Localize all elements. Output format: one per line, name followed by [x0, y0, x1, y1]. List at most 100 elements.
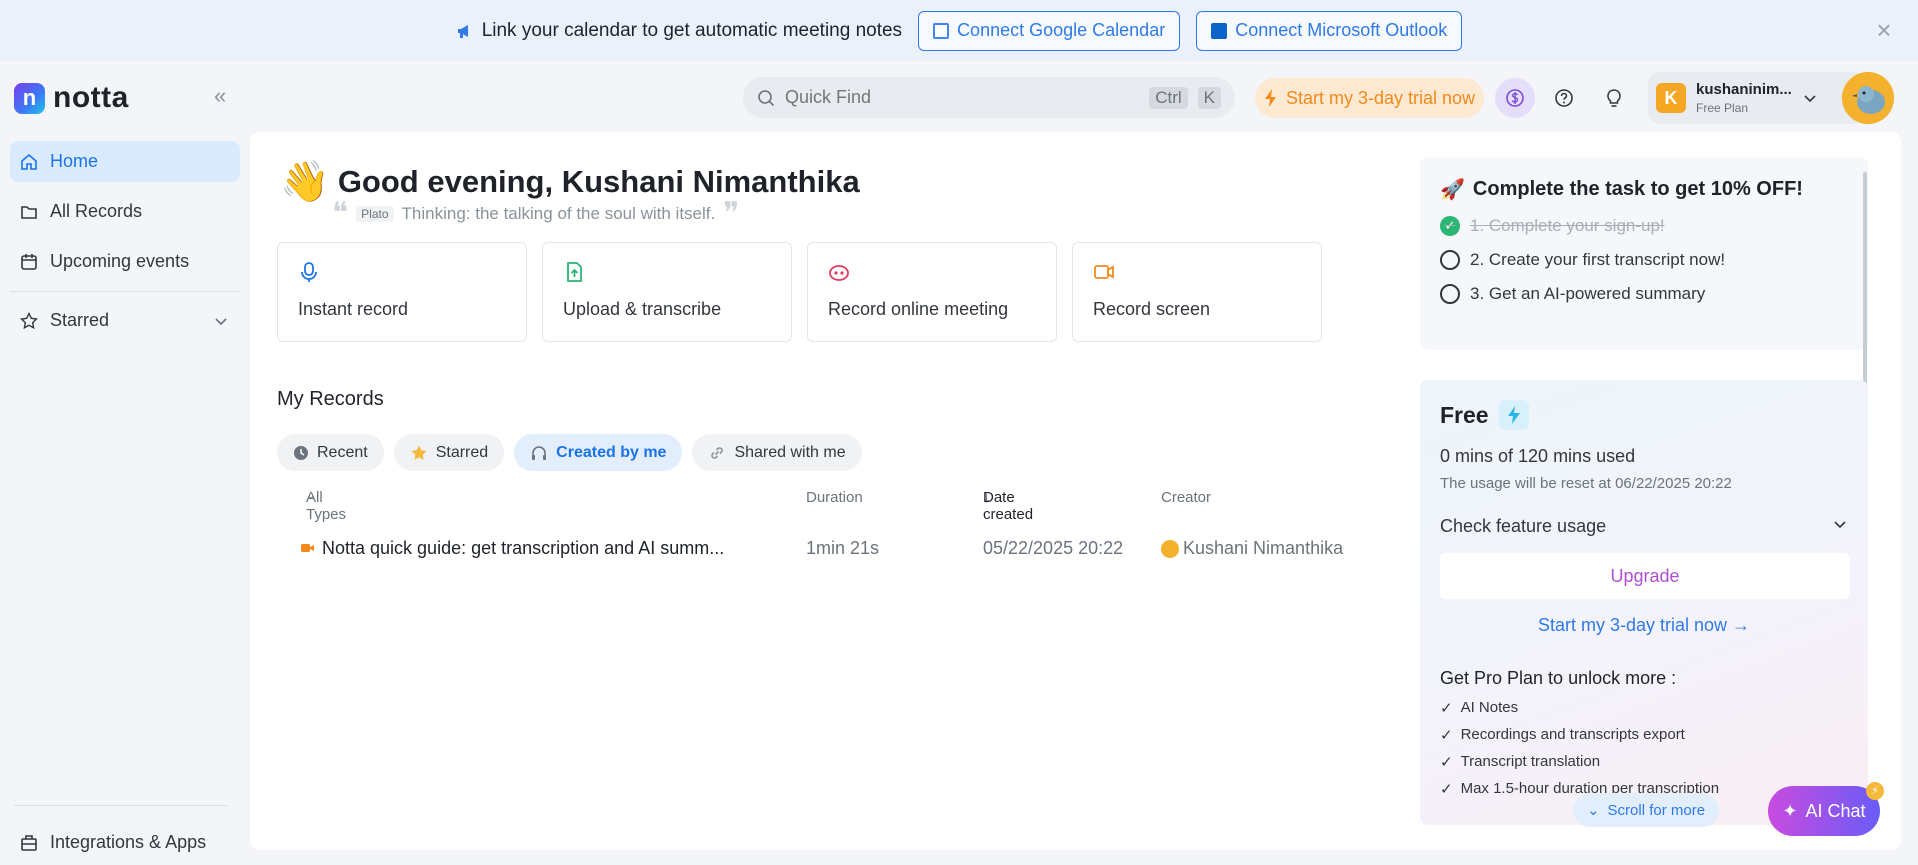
help-icon	[1555, 89, 1573, 107]
sparkle-icon: ✦	[1782, 800, 1798, 821]
reset-text: The usage will be reset at 06/22/2025 20…	[1440, 475, 1732, 492]
filter-shared-with-me[interactable]: Shared with me	[692, 434, 862, 471]
record-type-icon	[300, 540, 316, 561]
link-icon	[711, 446, 724, 459]
check-icon: ✓	[1440, 754, 1453, 771]
creator-avatar	[1161, 540, 1179, 558]
daily-quote: ❝ Plato Thinking: the talking of the sou…	[332, 196, 739, 231]
connect-google-calendar-button[interactable]: Connect Google Calendar	[918, 10, 1181, 51]
quick-find-search[interactable]: Ctrl K	[743, 77, 1235, 118]
user-plan: Free Plan	[1696, 101, 1749, 115]
check-icon: ✓	[1440, 727, 1453, 744]
record-date: 05/22/2025 20:22	[983, 538, 1124, 558]
quote-text: Thinking: the talking of the soul with i…	[401, 204, 716, 223]
sidebar-item-starred[interactable]: Starred	[10, 300, 240, 341]
record-online-meeting-card[interactable]: Record online meeting	[807, 242, 1057, 342]
list-item: ✓ AI Notes	[1440, 699, 1519, 717]
folder-icon	[21, 205, 37, 219]
arrow-down-icon: ↓	[983, 489, 991, 506]
search-icon	[758, 89, 775, 106]
check-circle-icon: ✓	[1440, 216, 1460, 236]
banner-close-icon[interactable]: ×	[1870, 16, 1898, 44]
record-title[interactable]: Notta quick guide: get transcription and…	[322, 538, 724, 559]
filter-starred[interactable]: Starred	[393, 434, 505, 471]
upgrade-button[interactable]: Upgrade	[1440, 553, 1850, 599]
credits-button[interactable]	[1495, 78, 1535, 118]
creator-header: Creator	[1161, 489, 1212, 506]
logo-mark: n	[14, 82, 45, 114]
star-icon	[20, 311, 38, 329]
start-trial-link[interactable]: Start my 3-day trial now →	[1440, 615, 1848, 636]
instant-record-card[interactable]: Instant record	[277, 242, 527, 342]
scroll-for-more-button[interactable]: ⌄ Scroll for more	[1573, 793, 1719, 827]
connect-outlook-button[interactable]: Connect Microsoft Outlook	[1196, 10, 1463, 51]
upload-file-icon	[567, 262, 582, 282]
task-card: 🚀 Complete the task to get 10% OFF! ✓ 1.…	[1420, 157, 1868, 350]
list-item: ✓ Recordings and transcripts export	[1440, 726, 1685, 744]
record-duration: 1min 21s	[806, 538, 880, 558]
task-item-2[interactable]: 2. Create your first transcript now!	[1440, 250, 1848, 270]
duration-header: Duration	[806, 489, 863, 506]
clock-icon	[294, 445, 308, 460]
user-initial-avatar: K	[1656, 83, 1686, 113]
usage-text: 0 mins of 120 mins used	[1440, 446, 1636, 466]
notta-logo[interactable]: n notta	[14, 81, 129, 115]
briefcase-icon	[21, 834, 37, 851]
collapse-sidebar-icon[interactable]: «	[214, 83, 226, 109]
sidebar-item-integrations[interactable]: Integrations & Apps	[10, 822, 240, 863]
tips-button[interactable]	[1594, 78, 1634, 118]
lightbulb-icon	[1607, 89, 1621, 107]
quote-author: Plato	[356, 206, 394, 222]
chevron-down-icon: ⌄	[306, 490, 316, 502]
double-chevron-down-icon: ⌄	[1586, 802, 1600, 819]
bird-avatar-icon	[1842, 72, 1894, 124]
lightning-icon	[1264, 89, 1276, 107]
google-calendar-icon	[933, 22, 950, 39]
lightning-icon	[1498, 400, 1529, 430]
empty-circle-icon	[1440, 284, 1460, 304]
integrations-section: Integrations & Apps	[10, 822, 240, 865]
home-icon	[21, 153, 37, 170]
filter-recent[interactable]: Recent	[277, 434, 384, 471]
ai-chat-button[interactable]: ✦ AI Chat	[1768, 786, 1880, 836]
sidebar-nav: Home All Records Upcoming events Starred	[10, 141, 240, 350]
banner-message: Link your calendar to get automatic meet…	[456, 20, 902, 42]
sidebar-item-all-records[interactable]: All Records	[10, 191, 240, 232]
user-name: kushaninim...	[1696, 81, 1792, 98]
help-button[interactable]	[1544, 78, 1584, 118]
calendar-banner: Link your calendar to get automatic meet…	[0, 0, 1918, 61]
nav-divider	[10, 291, 240, 292]
table-row[interactable]: Notta quick guide: get transcription and…	[300, 530, 1400, 566]
check-icon: ✓	[1440, 700, 1453, 717]
avatar[interactable]	[1842, 72, 1894, 124]
records-filters: Recent Starred Created by me Shared with…	[277, 434, 862, 471]
open-quote-icon: ❝	[332, 196, 349, 231]
user-menu[interactable]: K kushaninim... Free Plan	[1648, 72, 1866, 124]
greeting-title: Good evening, Kushani Nimanthika	[337, 163, 860, 199]
greeting: 👋 Good evening, Kushani Nimanthika	[280, 158, 860, 205]
empty-circle-icon	[1440, 250, 1460, 270]
pro-plan-title: Get Pro Plan to unlock more :	[1440, 668, 1677, 688]
task-item-3[interactable]: 3. Get an AI-powered summary	[1440, 284, 1848, 304]
sidebar-item-home[interactable]: Home	[10, 141, 240, 182]
meeting-bot-icon	[829, 265, 849, 281]
sidebar: n notta « Home All Records Upcoming even…	[0, 61, 250, 865]
check-icon: ✓	[1440, 781, 1453, 798]
logo-text: notta	[53, 81, 129, 114]
chevron-down-icon[interactable]	[212, 312, 230, 330]
search-input[interactable]	[785, 87, 1140, 108]
headphones-icon	[532, 445, 547, 460]
waving-hand-icon: 👋	[280, 160, 330, 204]
quick-actions: Instant record Upload & transcribe Recor…	[277, 242, 1322, 342]
check-feature-usage[interactable]: Check feature usage	[1440, 516, 1848, 537]
outlook-icon	[1211, 22, 1228, 39]
chevron-down-icon	[1804, 95, 1816, 103]
start-trial-button[interactable]: Start my 3-day trial now	[1255, 78, 1484, 118]
sidebar-item-upcoming-events[interactable]: Upcoming events	[10, 241, 240, 282]
record-screen-card[interactable]: Record screen	[1072, 242, 1322, 342]
upload-transcribe-card[interactable]: Upload & transcribe	[542, 242, 792, 342]
ai-chat-badge: ⚡	[1866, 782, 1884, 800]
banner-text: Link your calendar to get automatic meet…	[481, 19, 903, 41]
task-item-1[interactable]: ✓ 1. Complete your sign-up!	[1440, 216, 1848, 236]
filter-created-by-me[interactable]: Created by me	[514, 434, 683, 471]
